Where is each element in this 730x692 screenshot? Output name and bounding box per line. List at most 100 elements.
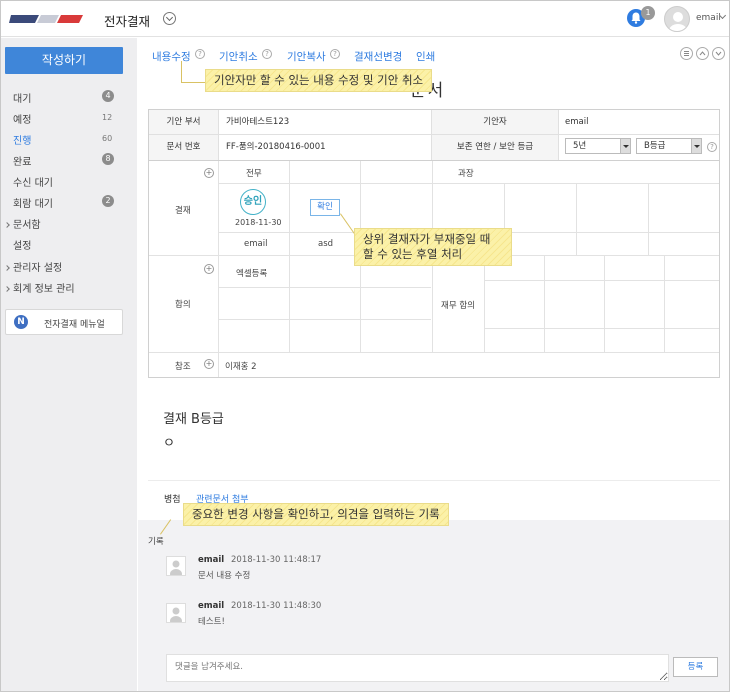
callout-leader-line	[181, 82, 205, 83]
table-divider	[219, 287, 431, 288]
chevron-down-icon[interactable]	[712, 47, 725, 60]
table-divider	[664, 256, 665, 352]
sidebar-count-badge: 2	[102, 195, 114, 207]
help-icon[interactable]: ?	[195, 49, 205, 59]
drafter-label: 기안자	[432, 110, 559, 135]
approval-label: 결재	[175, 206, 191, 216]
table-divider	[219, 183, 719, 184]
approval-table	[148, 160, 720, 378]
brand-logo-icon[interactable]	[9, 14, 83, 24]
retention-select-value: 5년	[573, 141, 587, 151]
table-divider	[149, 352, 719, 353]
confirm-button[interactable]: 확인	[310, 199, 340, 216]
comment-time: 2018-11-30 11:48:30	[231, 601, 322, 611]
sidebar-item-receive-waiting[interactable]: 수신 대기	[13, 174, 53, 189]
reference-label: 참조	[175, 362, 191, 372]
retention-select[interactable]: 5년	[565, 138, 631, 154]
caret-right-icon	[4, 286, 10, 292]
select-arrow-icon	[620, 139, 630, 153]
sidebar: 작성하기 대기 4 예정 12 진행 60 완료 8 수신 대기 회람 대기 2…	[1, 38, 137, 691]
security-select-value: B등급	[644, 141, 666, 151]
sidebar-item-completed[interactable]: 완료	[13, 153, 31, 168]
top-bar: 전자결재 1 email	[1, 1, 729, 37]
table-divider	[544, 256, 545, 352]
callout-text: 할 수 있는 후열 처리	[363, 247, 463, 261]
sidebar-item-label: 회계 정보 관리	[13, 284, 75, 295]
app-title[interactable]: 전자결재	[104, 11, 150, 30]
callout-records: 중요한 변경 사항을 확인하고, 의견을 입력하는 기록	[183, 503, 449, 526]
sidebar-item-label: 관리자 설정	[13, 263, 63, 274]
sidebar-item-admin-settings[interactable]: 관리자 설정	[4, 259, 63, 274]
docno-value: FF-품의-20180416-0001	[219, 135, 432, 160]
sidebar-count: 12	[102, 113, 113, 122]
edit-content-button[interactable]: 내용수정	[152, 49, 191, 64]
add-reference-icon[interactable]: +	[204, 359, 214, 369]
sidebar-item-accounting[interactable]: 회계 정보 관리	[4, 280, 75, 295]
user-avatar[interactable]	[664, 6, 690, 32]
chevron-down-icon[interactable]	[163, 12, 176, 25]
callout-post-approval: 상위 결재자가 부재중일 때 할 수 있는 후열 처리	[354, 228, 512, 266]
sidebar-item-scheduled[interactable]: 예정	[13, 111, 31, 126]
comment-avatar	[166, 556, 186, 579]
select-arrow-icon	[691, 139, 701, 153]
table-divider	[219, 319, 431, 320]
help-icon[interactable]: ?	[330, 49, 340, 59]
change-approval-line-button[interactable]: 결재선변경	[354, 49, 402, 64]
sidebar-count: 60	[102, 134, 113, 143]
sidebar-count-badge: 8	[102, 153, 114, 165]
dept-label: 기안 부서	[149, 110, 219, 135]
callout-leader-line	[181, 61, 182, 83]
docno-label: 문서 번호	[149, 135, 219, 160]
compose-button[interactable]: 작성하기	[5, 47, 123, 74]
retention-label: 보존 연한 / 보안 등급	[432, 135, 559, 160]
comment-text: 문서 내용 수정	[198, 571, 251, 581]
comment-input[interactable]	[166, 654, 669, 682]
user-name[interactable]: email	[696, 13, 721, 23]
comment-submit-button[interactable]: 등록	[673, 657, 718, 677]
print-button[interactable]: 인쇄	[416, 49, 435, 64]
agreement-col-title: 엑셀등록	[236, 269, 268, 279]
list-icon[interactable]	[680, 47, 693, 60]
sidebar-item-waiting[interactable]: 대기	[13, 90, 31, 105]
table-divider	[289, 256, 290, 352]
tab-opinion[interactable]: 병첨	[164, 492, 181, 505]
comment-author: email	[198, 601, 225, 611]
section-divider	[148, 480, 720, 481]
copy-draft-button[interactable]: 기안복사	[287, 49, 326, 64]
approval-col-title: 전무	[246, 169, 262, 179]
sidebar-item-label: 문서함	[13, 220, 41, 231]
table-divider	[604, 256, 605, 352]
cancel-draft-button[interactable]: 기안취소	[219, 49, 258, 64]
manual-label: 전자결재 메뉴얼	[44, 320, 105, 330]
sidebar-item-document-box[interactable]: 문서함	[4, 216, 41, 231]
table-divider	[289, 161, 290, 255]
table-divider	[484, 256, 485, 352]
reference-value: 이재홍 2	[225, 362, 257, 372]
sidebar-item-circulation-waiting[interactable]: 회람 대기	[13, 195, 53, 210]
notification-count-badge: 1	[641, 6, 655, 20]
help-icon[interactable]: ?	[707, 142, 717, 152]
help-icon[interactable]: ?	[262, 49, 272, 59]
dept-value: 가비아테스트123	[219, 110, 432, 135]
agreement-label: 합의	[175, 300, 191, 310]
manual-button[interactable]: N 전자결재 메뉴얼	[5, 309, 123, 335]
table-divider	[218, 161, 219, 377]
chevron-up-icon[interactable]	[696, 47, 709, 60]
table-divider	[576, 183, 577, 255]
finance-agreement-label: 재무 합의	[441, 301, 475, 311]
table-divider	[648, 183, 649, 255]
comment-author: email	[198, 555, 225, 565]
table-divider	[485, 280, 719, 281]
manual-n-icon: N	[14, 315, 28, 329]
sidebar-item-in-progress[interactable]: 진행	[13, 132, 31, 147]
add-agreement-icon[interactable]: +	[204, 264, 214, 274]
document-body-line: 결재 B등급	[163, 412, 224, 427]
caret-right-icon	[4, 265, 10, 271]
sidebar-item-settings[interactable]: 설정	[13, 237, 31, 252]
add-approver-icon[interactable]: +	[204, 168, 214, 178]
table-divider	[485, 328, 719, 329]
security-select[interactable]: B등급	[636, 138, 702, 154]
approval-date: 2018-11-30	[235, 218, 282, 227]
callout-text: 상위 결재자가 부재중일 때	[363, 232, 491, 246]
drafter-value: email	[559, 110, 719, 135]
